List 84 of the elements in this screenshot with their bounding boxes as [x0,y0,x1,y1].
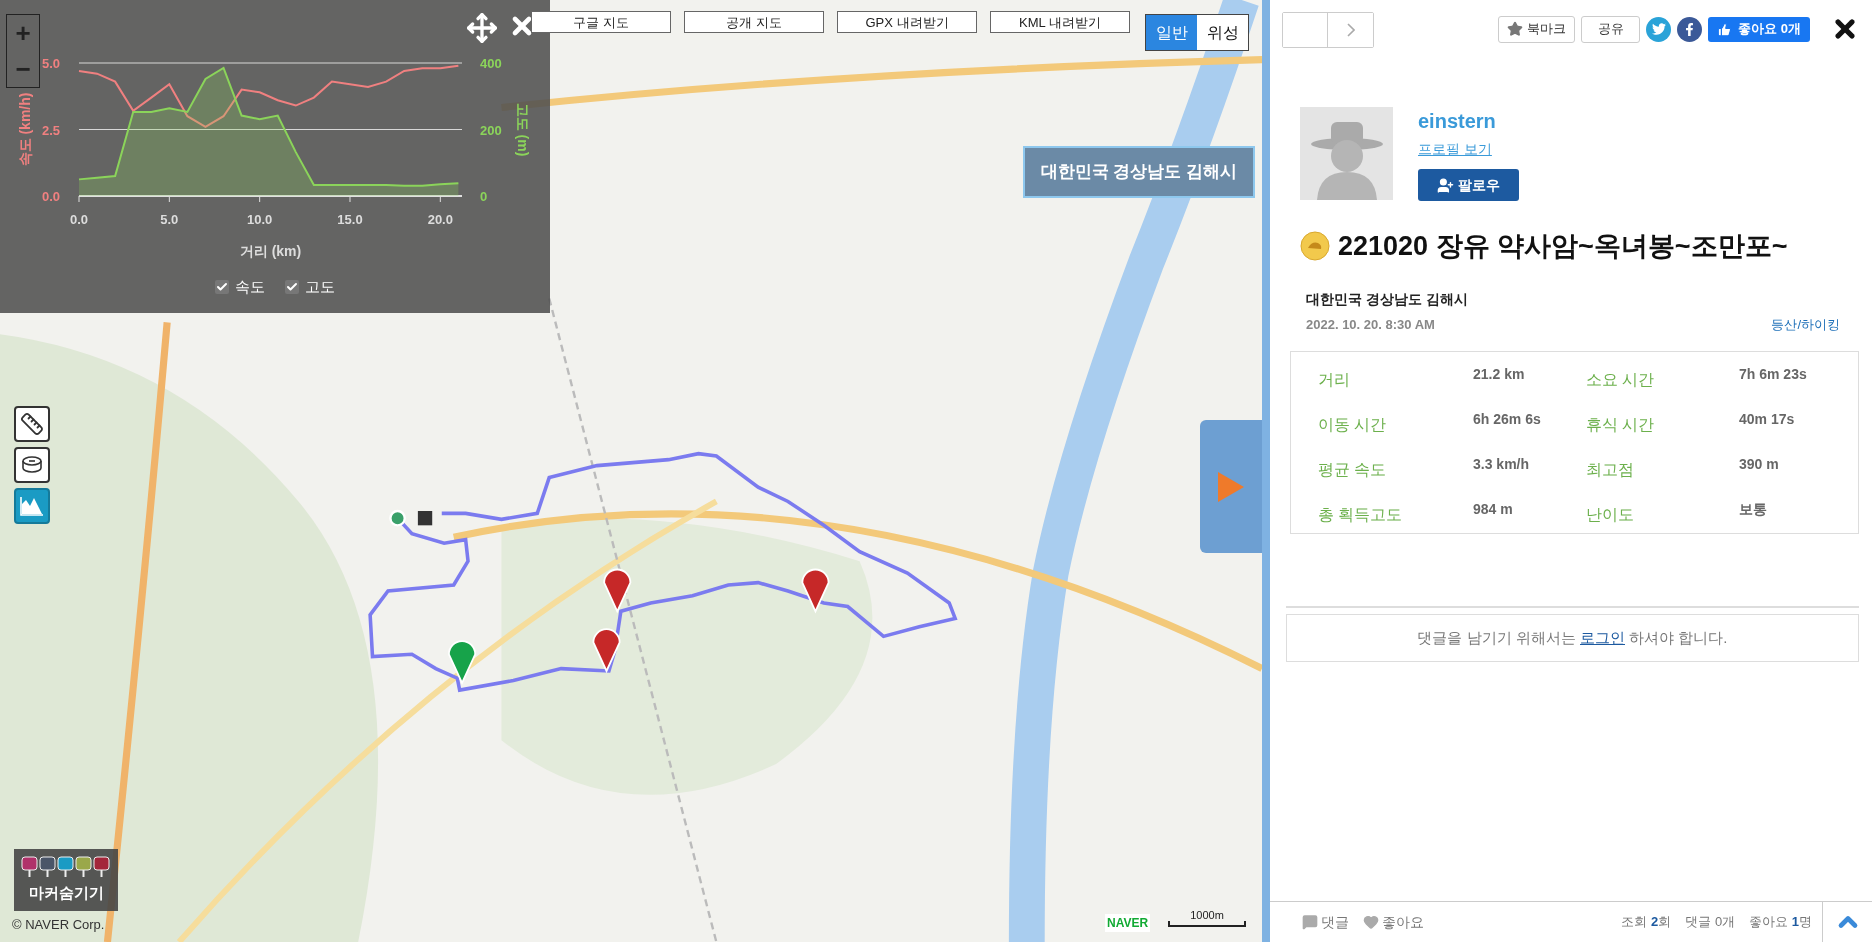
map-option-button[interactable]: KML 내려받기 [990,11,1130,33]
map-pin[interactable] [603,568,632,613]
map-attribution: © NAVER Corp. [12,915,105,934]
count-text: 댓글 0개 [1685,913,1736,932]
stat-label: 거리 [1318,370,1351,390]
stat-label: 이동 시간 [1318,415,1388,435]
map-tool-button[interactable] [14,447,50,483]
bird-icon [1651,22,1666,36]
location-text: 대한민국 경상남도 김해시 [1305,289,1469,309]
stat-label: 소요 시간 [1586,370,1656,390]
stat-label: 난이도 [1586,505,1635,525]
axis-tick-label: 0.0 [69,212,89,227]
map-pin[interactable] [448,640,477,684]
marker-pins-icon [21,855,111,878]
axis-tick-label: 20.0 [427,212,453,227]
axis-tick-label: 0 [480,189,488,204]
coin-icon [1300,231,1330,262]
stat-label: 총 획득고도 [1318,505,1404,525]
y-axis-title: 고도 (m) [515,102,531,157]
heart-icon [1363,914,1379,930]
x-axis-title: 거리 (km) [239,243,302,259]
comment-icon [1302,914,1318,930]
mountain-chart-icon [19,494,45,518]
bookmark-button[interactable]: 북마크 [1498,15,1576,43]
stat-value: 보통 [1739,500,1768,519]
count-text: 좋아요 1명 [1749,913,1812,932]
count-text: 조회 2회 [1621,913,1672,932]
series-checkbox[interactable] [215,280,229,295]
map-type-tab[interactable]: 위성 [1197,15,1248,50]
facebook-button[interactable] [1677,16,1703,42]
activity-title: 221020 장유 약사암~옥녀봉~조만포~ [1338,230,1788,263]
star-icon [1507,21,1524,37]
map-option-button[interactable]: 공개 지도 [684,11,824,33]
stat-value: 6h 26m 6s [1473,410,1542,429]
move-icon[interactable] [466,12,498,44]
map-option-button[interactable]: GPX 내려받기 [837,11,977,33]
login-link[interactable]: 로그인 [1580,628,1625,646]
axis-tick-label: 2.5 [41,122,60,138]
stat-value: 21.2 km [1473,365,1526,384]
login-notice: 댓글을 남기기 위해서는 로그인 하셔야 합니다. [1417,627,1728,648]
stat-value: 3.3 km/h [1473,455,1531,474]
axis-tick-label: 15.0 [337,212,363,227]
check-icon [216,281,228,294]
chevron-right-icon [1346,23,1355,37]
series-label: 속도 [235,277,265,297]
marker-toggle-button[interactable]: 마커숨기기 [14,849,118,911]
stat-value: 7h 6m 23s [1739,365,1808,384]
twitter-button[interactable] [1646,16,1672,42]
check-icon [286,281,298,294]
share-button[interactable]: 공유 [1581,15,1641,43]
axis-tick-label: 5.0 [160,212,179,227]
y-axis-title: 속도 (km/h) [17,92,33,167]
map-pin[interactable] [801,568,830,613]
axis-tick-label: 400 [480,56,502,71]
axis-tick-label: 200 [480,122,502,138]
map-option-button[interactable]: 구글 지도 [531,11,671,33]
stat-label: 최고점 [1586,460,1635,480]
category-link[interactable]: 등산/하이킹 [1771,314,1840,334]
series-label: 고도 [305,277,335,297]
map-type-tab[interactable]: 일반 [1146,15,1197,50]
user-plus-icon [1437,176,1454,194]
stat-value: 984 m [1473,500,1514,519]
play-icon [1216,469,1246,504]
location-label: 대한민국 경상남도 김해시 [1023,146,1255,198]
follow-button[interactable]: 팔로우 [1418,169,1519,201]
axis-tick-label: 0.0 [41,189,60,204]
thumbs-up-icon [1717,21,1733,37]
axis-tick-label: 5.0 [41,56,60,71]
stat-value: 390 m [1739,455,1780,474]
series-checkbox[interactable] [285,280,299,295]
ruler-icon [20,412,44,436]
stat-value: 40m 17s [1739,410,1796,429]
like-button[interactable]: 좋아요 0개 [1708,16,1810,42]
scale-label: 1000m [1190,910,1224,921]
date-text: 2022. 10. 20. 8:30 AM [1306,315,1435,334]
stat-label: 평균 속도 [1318,460,1388,480]
start-marker[interactable] [389,509,406,527]
footer-action[interactable]: 댓글 [1302,911,1349,933]
map-logo: NAVER [1105,914,1151,932]
axis-tick-label: 10.0 [247,212,273,227]
map-pin[interactable] [592,628,621,672]
map-tool-button[interactable] [14,406,50,442]
footer-action[interactable]: 좋아요 [1363,911,1424,933]
stat-label: 휴식 시간 [1586,415,1656,435]
